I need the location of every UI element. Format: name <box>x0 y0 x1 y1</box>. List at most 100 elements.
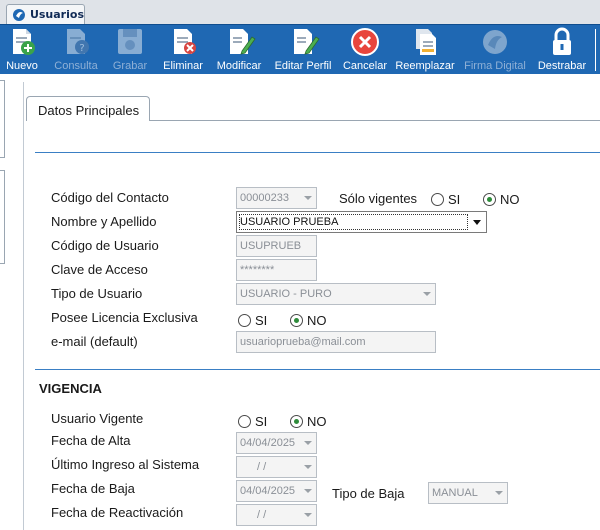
edit-profile-icon <box>294 29 320 55</box>
replace-button-label: Reemplazar <box>395 60 455 72</box>
radio-label: SI <box>448 192 461 207</box>
cancel-button[interactable]: Cancelar <box>340 25 390 75</box>
codigo-usuario-value: USUPRUEB <box>240 240 302 252</box>
ultimo-ingreso-date[interactable]: / / <box>236 456 317 478</box>
tipo-usuario-label: Tipo de Usuario <box>51 286 143 301</box>
email-field[interactable]: usuarioprueba@mail.com <box>236 331 436 353</box>
chevron-down-icon <box>304 441 312 445</box>
fecha-baja-date[interactable]: 04/04/2025 <box>236 480 317 502</box>
window-tab-usuarios[interactable]: Usuarios <box>6 4 85 24</box>
save-button[interactable]: Grabar <box>108 25 152 75</box>
app-logo-icon <box>12 8 25 21</box>
chevron-down-icon <box>304 489 312 493</box>
digital-signature-button-label: Firma Digital <box>464 60 526 72</box>
usuario-vigente-label: Usuario Vigente <box>51 411 144 426</box>
fecha-alta-label: Fecha de Alta <box>51 433 131 448</box>
left-panel-bottom <box>0 170 5 264</box>
radio-label: SI <box>255 414 268 429</box>
radio-circle-selected <box>483 193 496 206</box>
fecha-reactivacion-value: / / <box>257 509 267 521</box>
new-button[interactable]: Nuevo <box>0 25 44 75</box>
nombre-apellido-value: USUARIO PRUEBA <box>240 216 339 228</box>
licencia-no-radio[interactable]: NO <box>290 313 327 328</box>
vigencia-title: VIGENCIA <box>39 381 102 396</box>
chevron-down-icon <box>304 465 312 469</box>
usuario-vigente-no-radio[interactable]: NO <box>290 414 327 429</box>
replace-docs-icon <box>416 29 436 55</box>
window-tab-title: Usuarios <box>29 8 84 21</box>
edit-profile-button-label: Editar Perfil <box>274 60 332 72</box>
toolbar-separator <box>595 29 596 71</box>
clave-acceso-value: ******** <box>240 264 275 276</box>
fecha-alta-date[interactable]: 04/04/2025 <box>236 432 317 454</box>
query-doc-icon: ? <box>67 29 89 54</box>
radio-label: NO <box>307 313 327 328</box>
new-button-label: Nuevo <box>6 60 38 72</box>
nombre-apellido-label: Nombre y Apellido <box>51 214 157 229</box>
radio-circle <box>238 314 251 327</box>
tipo-baja-select[interactable]: MANUAL <box>428 482 508 504</box>
unlock-icon <box>553 27 571 55</box>
radio-label: NO <box>307 414 327 429</box>
codigo-usuario-label: Código de Usuario <box>51 238 159 253</box>
radio-label: SI <box>255 313 268 328</box>
clave-acceso-input[interactable]: ******** <box>236 259 317 281</box>
ultimo-ingreso-value: / / <box>257 461 267 473</box>
delete-button-label: Eliminar <box>163 60 203 72</box>
tipo-usuario-select[interactable]: USUARIO - PURO <box>236 283 436 305</box>
clave-acceso-label: Clave de Acceso <box>51 262 148 277</box>
radio-label: NO <box>500 192 520 207</box>
codigo-contacto-label: Código del Contacto <box>51 190 169 205</box>
unlock-button-label: Destrabar <box>537 60 587 72</box>
tab-datos-principales[interactable]: Datos Principales <box>26 96 150 121</box>
ultimo-ingreso-label: Último Ingreso al Sistema <box>51 457 200 472</box>
digital-signature-icon <box>483 30 507 54</box>
licencia-si-radio[interactable]: SI <box>238 313 267 328</box>
chevron-down-icon <box>473 220 481 225</box>
solo-vigentes-si-radio[interactable]: SI <box>431 192 460 207</box>
radio-circle-selected <box>290 415 303 428</box>
codigo-usuario-input[interactable]: USUPRUEB <box>236 235 317 257</box>
edit-doc-icon <box>230 29 256 55</box>
unlock-button[interactable]: Destrabar <box>534 25 590 75</box>
toolbar: Nuevo ? Consulta Grabar Eliminar Modific… <box>0 24 600 74</box>
cancel-button-label: Cancelar <box>342 60 388 72</box>
section-divider-vigencia <box>35 369 600 370</box>
delete-doc-icon <box>174 29 196 54</box>
chevron-down-icon <box>304 196 312 200</box>
left-panel-top <box>0 80 5 158</box>
chevron-down-icon <box>304 513 312 517</box>
solo-vigentes-no-radio[interactable]: NO <box>483 192 520 207</box>
query-button-label: Consulta <box>54 60 98 72</box>
tipo-baja-label: Tipo de Baja <box>332 486 405 501</box>
chevron-down-icon <box>423 292 431 296</box>
solo-vigentes-label: Sólo vigentes <box>339 191 418 206</box>
replace-button[interactable]: Reemplazar <box>394 25 456 75</box>
fecha-baja-value: 04/04/2025 <box>240 485 296 497</box>
chevron-down-icon <box>495 491 503 495</box>
fecha-reactivacion-date[interactable]: / / <box>236 504 317 526</box>
window-tab-strip: Usuarios <box>0 0 600 24</box>
save-disk-icon <box>118 29 142 54</box>
codigo-contacto-select[interactable]: 00000233 <box>236 187 317 209</box>
save-button-label: Grabar <box>112 60 148 72</box>
nombre-apellido-select[interactable]: USUARIO PRUEBA <box>236 211 487 233</box>
codigo-contacto-value: 00000233 <box>240 192 289 204</box>
fecha-reactivacion-label: Fecha de Reactivación <box>51 505 184 520</box>
delete-button[interactable]: Eliminar <box>160 25 206 75</box>
email-value: usuarioprueba@mail.com <box>240 336 366 348</box>
cancel-icon <box>351 28 379 56</box>
digital-signature-button[interactable]: Firma Digital <box>460 25 530 75</box>
modify-button[interactable]: Modificar <box>212 25 266 75</box>
query-button[interactable]: ? Consulta <box>50 25 102 75</box>
modify-button-label: Modificar <box>216 60 262 72</box>
radio-circle <box>238 415 251 428</box>
tab-baseline <box>150 120 600 121</box>
usuario-vigente-si-radio[interactable]: SI <box>238 414 267 429</box>
edit-profile-button[interactable]: Editar Perfil <box>270 25 336 75</box>
email-label: e-mail (default) <box>51 334 138 349</box>
fecha-alta-value: 04/04/2025 <box>240 437 296 449</box>
fecha-baja-label: Fecha de Baja <box>51 481 135 496</box>
radio-circle <box>431 193 444 206</box>
new-doc-icon <box>13 29 35 55</box>
